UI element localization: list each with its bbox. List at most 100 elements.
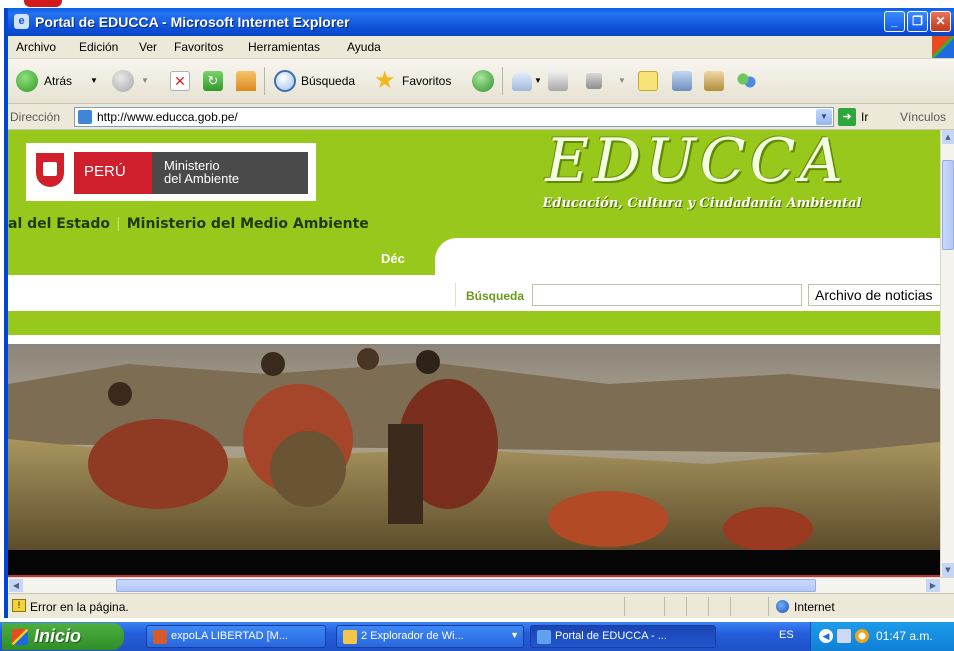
page-icon <box>78 110 92 124</box>
peru-shield-icon <box>36 153 64 187</box>
clock[interactable]: 01:47 a.m. <box>876 629 933 643</box>
status-divider <box>664 597 665 616</box>
menu-favoritos[interactable]: Favoritos <box>174 40 223 54</box>
news-archive-select[interactable]: Archivo de noticias <box>808 284 940 306</box>
scroll-right-icon[interactable]: ▶ <box>926 579 940 592</box>
address-dropdown-icon[interactable]: ▼ <box>816 109 832 125</box>
breadcrumb-item[interactable]: al del Estado <box>8 216 110 232</box>
refresh-icon[interactable]: ↻ <box>203 71 223 91</box>
back-icon[interactable] <box>16 70 38 92</box>
start-label: Inicio <box>34 626 82 646</box>
favorites-label[interactable]: Favoritos <box>402 74 451 88</box>
vertical-scrollbar[interactable]: ▲ ▼ <box>940 130 954 577</box>
vertical-scroll-thumb[interactable] <box>942 160 954 250</box>
site-tagline: Educación, Cultura y Ciudadanía Ambienta… <box>542 196 862 211</box>
research-icon[interactable] <box>672 71 692 91</box>
powerpoint-icon <box>153 630 167 644</box>
messenger-icon[interactable] <box>736 71 756 91</box>
standard-toolbar: Atrás ▼ ▼ ✕ ↻ Búsqueda ★ Favoritos ▼ ▼ <box>8 59 954 104</box>
tray-expand-icon[interactable]: ◀ <box>819 629 833 643</box>
window-title: Portal de EDUCCA - Microsoft Internet Ex… <box>35 14 350 30</box>
ie-icon: e <box>14 14 29 29</box>
mail-icon[interactable] <box>512 71 532 91</box>
back-label[interactable]: Atrás <box>44 74 72 88</box>
logo-ministry: Ministerio del Ambiente <box>152 152 308 194</box>
horizontal-scroll-thumb[interactable] <box>116 579 816 592</box>
nav-tab-row: Déc <box>8 238 940 275</box>
close-button[interactable]: ✕ <box>930 11 951 32</box>
status-divider <box>624 597 625 616</box>
address-label: Dirección <box>10 110 61 124</box>
stop-icon[interactable]: ✕ <box>170 71 190 91</box>
nav-tab-label[interactable]: Déc <box>381 251 405 266</box>
forward-icon[interactable] <box>112 70 134 92</box>
print-icon[interactable] <box>548 71 568 91</box>
taskbar-item-label: 2 Explorador de Wi... <box>361 630 464 642</box>
menu-herramientas[interactable]: Herramientas <box>248 40 320 54</box>
taskbar-item-explorer[interactable]: 2 Explorador de Wi... ▼ <box>336 625 524 648</box>
go-icon[interactable]: ➜ <box>838 108 856 126</box>
maximize-button[interactable]: ❐ <box>907 11 928 32</box>
language-indicator[interactable]: ES <box>779 629 794 641</box>
back-dropdown-icon[interactable]: ▼ <box>90 76 98 85</box>
breadcrumb-item[interactable]: Ministerio del Medio Ambiente <box>127 216 369 232</box>
media-icon[interactable] <box>704 71 724 91</box>
edit-dropdown-icon[interactable]: ▼ <box>618 76 626 85</box>
site-header: PERÚ Ministerio del Ambiente EDUCCA Educ… <box>8 130 940 238</box>
favorites-icon[interactable]: ★ <box>374 69 400 95</box>
andean-people-photo <box>8 344 940 550</box>
title-bar[interactable]: e Portal de EDUCCA - Microsoft Internet … <box>8 8 954 36</box>
site-brand: EDUCCA <box>545 130 847 196</box>
globe-icon <box>776 600 789 613</box>
status-bar: ! Error en la página. Internet <box>8 593 954 618</box>
menu-edicion[interactable]: Edición <box>79 40 118 54</box>
minimize-button[interactable]: _ <box>884 11 905 32</box>
red-shape <box>24 0 62 7</box>
breadcrumb-divider: | <box>116 216 121 232</box>
status-message[interactable]: Error en la página. <box>30 600 129 614</box>
start-button[interactable]: Inicio <box>2 623 124 650</box>
home-icon[interactable] <box>236 71 256 91</box>
scroll-up-icon[interactable]: ▲ <box>942 130 954 144</box>
taskbar-item-powerpoint[interactable]: expoLA LIBERTAD [M... <box>146 625 326 648</box>
scroll-down-icon[interactable]: ▼ <box>942 563 954 577</box>
discuss-icon[interactable] <box>638 71 658 91</box>
taskbar-item-label: Portal de EDUCCA - ... <box>555 630 667 642</box>
links-label[interactable]: Vínculos <box>900 110 946 124</box>
url-input[interactable] <box>97 109 797 125</box>
toolbar-separator <box>502 67 503 95</box>
taskbar-item-ie[interactable]: Portal de EDUCCA - ... <box>530 625 716 648</box>
top-sliver <box>0 0 954 8</box>
scroll-left-icon[interactable]: ◀ <box>9 579 23 592</box>
ministry-logo[interactable]: PERÚ Ministerio del Ambiente <box>26 143 316 201</box>
menu-ayuda[interactable]: Ayuda <box>347 40 381 54</box>
site-search-row: Búsqueda Archivo de noticias <box>8 275 940 311</box>
ie-window: e Portal de EDUCCA - Microsoft Internet … <box>4 8 954 618</box>
black-band <box>8 550 940 577</box>
system-tray: ES ◀ 01:47 a.m. <box>779 622 954 651</box>
menu-archivo[interactable]: Archivo <box>16 40 56 54</box>
mail-dropdown-icon[interactable]: ▼ <box>534 76 542 85</box>
page-viewport: PERÚ Ministerio del Ambiente EDUCCA Educ… <box>8 130 940 577</box>
history-icon[interactable] <box>472 70 494 92</box>
status-divider <box>686 597 687 616</box>
logo-ministry-line2: del Ambiente <box>164 171 240 186</box>
menu-ver[interactable]: Ver <box>139 40 157 54</box>
search-icon[interactable] <box>274 70 296 92</box>
address-bar: Dirección ▼ ➜ Ir Vínculos <box>8 104 954 130</box>
status-divider <box>768 597 769 616</box>
site-search-input[interactable] <box>532 284 802 306</box>
address-field[interactable]: ▼ <box>74 107 834 127</box>
ie-icon <box>537 630 551 644</box>
forward-dropdown-icon[interactable]: ▼ <box>141 76 149 85</box>
go-label[interactable]: Ir <box>861 110 868 124</box>
toolbar-separator <box>264 67 265 95</box>
tray-status-icon[interactable] <box>855 629 869 643</box>
tray-app-icon[interactable] <box>837 629 851 643</box>
horizontal-scrollbar[interactable]: ◀ ▶ <box>8 577 954 593</box>
edit-icon[interactable] <box>586 73 602 89</box>
status-divider <box>708 597 709 616</box>
warning-icon[interactable]: ! <box>12 599 26 612</box>
folder-icon <box>343 630 357 644</box>
search-label[interactable]: Búsqueda <box>301 74 355 88</box>
